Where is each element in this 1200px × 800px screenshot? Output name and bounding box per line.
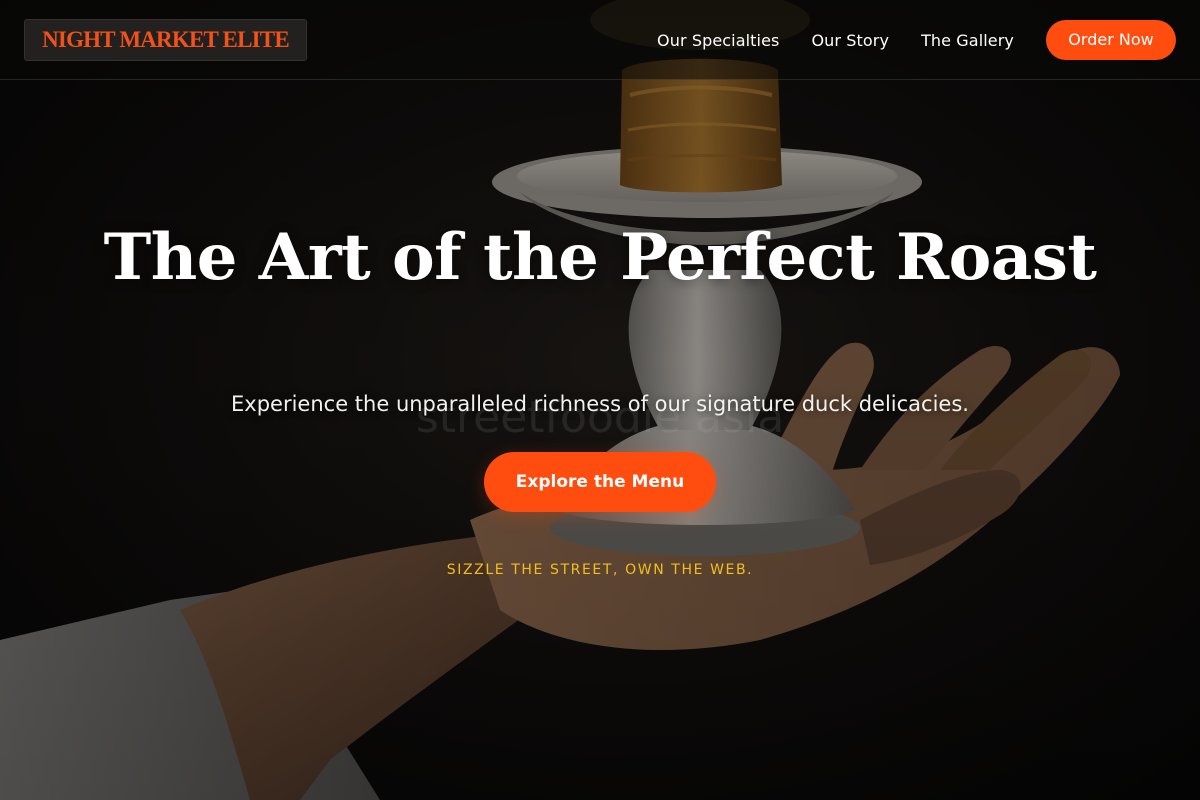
hero-subtitle: Experience the unparalleled richness of …	[231, 392, 969, 416]
brand-logo[interactable]: NIGHT MARKET ELITE	[24, 19, 307, 61]
explore-menu-button[interactable]: Explore the Menu	[484, 452, 716, 512]
hero-tagline: SIZZLE THE STREET, OWN THE WEB.	[446, 562, 754, 578]
nav-link-our-story[interactable]: Our Story	[811, 31, 889, 50]
order-now-button[interactable]: Order Now	[1046, 20, 1176, 60]
nav-link-our-specialties[interactable]: Our Specialties	[657, 31, 779, 50]
site-header: NIGHT MARKET ELITE Our Specialties Our S…	[0, 0, 1200, 80]
landing-page: streetfoodie asia NIGHT MARKET ELITE Our…	[0, 0, 1200, 800]
hero-title: The Art of the Perfect Roast	[103, 220, 1097, 295]
nav-link-the-gallery[interactable]: The Gallery	[921, 31, 1014, 50]
main-nav: Our Specialties Our Story The Gallery	[657, 0, 1014, 80]
